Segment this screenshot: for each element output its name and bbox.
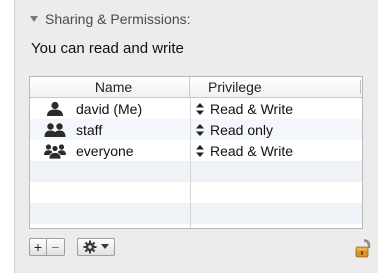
updown-arrows-icon — [196, 123, 204, 136]
permissions-toolbar: + − — [29, 237, 115, 257]
column-divider — [190, 98, 191, 228]
empty-row — [30, 161, 362, 182]
permission-status-text: You can read and write — [31, 40, 184, 57]
table-header: Name Privilege — [30, 77, 362, 98]
name-cell: everyone — [30, 143, 190, 159]
permissions-table: Name Privilege david (Me) Read & Write s… — [29, 76, 363, 229]
add-user-button[interactable]: + — [29, 238, 47, 256]
empty-row — [30, 182, 362, 203]
gear-icon — [83, 240, 97, 254]
privilege-value: Read only — [210, 121, 274, 138]
group-icon — [44, 122, 66, 137]
table-body: david (Me) Read & Write staff Read only … — [30, 98, 362, 228]
user-name: staff — [76, 121, 103, 138]
sharing-permissions-panel: Sharing & Permissions: You can read and … — [14, 0, 378, 273]
empty-row — [30, 203, 362, 224]
table-row[interactable]: everyone Read & Write — [30, 140, 362, 161]
lock-icon[interactable] — [353, 237, 375, 259]
disclosure-triangle-down-icon — [30, 16, 38, 22]
privilege-popup[interactable]: Read & Write — [190, 143, 362, 159]
user-name: david (Me) — [76, 100, 143, 117]
everyone-icon — [44, 143, 66, 159]
action-menu-button[interactable] — [77, 238, 115, 256]
table-row[interactable]: staff Read only — [30, 119, 362, 140]
chevron-down-icon — [101, 244, 109, 249]
updown-arrows-icon — [196, 144, 204, 157]
privilege-popup[interactable]: Read & Write — [190, 101, 362, 117]
privilege-value: Read & Write — [210, 100, 293, 117]
section-title: Sharing & Permissions: — [45, 11, 191, 27]
table-row[interactable]: david (Me) Read & Write — [30, 98, 362, 119]
name-cell: david (Me) — [30, 101, 190, 117]
column-header-name[interactable]: Name — [30, 77, 190, 97]
single-user-icon — [47, 101, 63, 116]
privilege-value: Read & Write — [210, 142, 293, 159]
remove-user-button[interactable]: − — [47, 238, 65, 256]
privilege-popup[interactable]: Read only — [190, 122, 362, 138]
user-name: everyone — [76, 142, 134, 159]
column-header-privilege[interactable]: Privilege — [190, 77, 362, 97]
sharing-permissions-disclosure[interactable]: Sharing & Permissions: — [29, 10, 191, 28]
name-cell: staff — [30, 122, 190, 138]
updown-arrows-icon — [196, 102, 204, 115]
